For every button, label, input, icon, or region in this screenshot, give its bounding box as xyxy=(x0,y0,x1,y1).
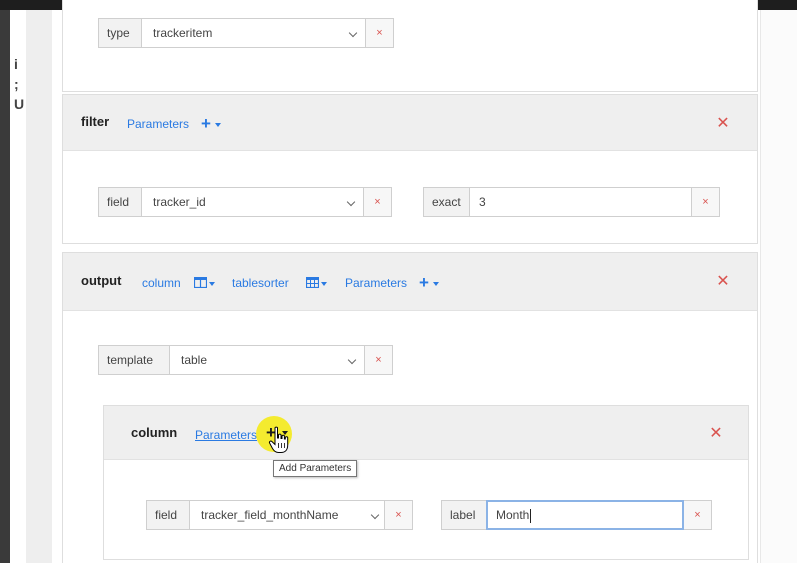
filter-exact-input[interactable]: 3 xyxy=(469,187,692,217)
filter-field-value: tracker_id xyxy=(153,195,206,209)
column-close-button[interactable]: ✕ xyxy=(708,426,724,442)
filter-field-remove-button[interactable]: × xyxy=(364,187,392,217)
output-card: output column tablesorter Parameters + ✕… xyxy=(62,252,758,563)
filter-exact-remove-button[interactable]: × xyxy=(692,187,720,217)
template-remove-button[interactable]: × xyxy=(365,345,393,375)
column-field-label: field xyxy=(146,500,189,530)
column-title: column xyxy=(131,425,178,440)
caret-down-icon xyxy=(321,282,327,286)
column-field-value: tracker_field_monthName xyxy=(201,508,339,522)
template-label: template xyxy=(98,345,169,375)
template-select[interactable]: table xyxy=(169,345,365,375)
filter-field-label: field xyxy=(98,187,141,217)
sidebar-text-fragment: ; xyxy=(14,76,19,92)
output-parameters-link[interactable]: Parameters xyxy=(345,276,407,290)
column-parameters-link[interactable]: Parameters xyxy=(195,428,257,442)
left-sidebar-fragment: i ; U xyxy=(10,10,26,563)
filter-title: filter xyxy=(81,114,110,129)
add-parameters-tooltip: Add Parameters xyxy=(273,460,358,477)
column-field-select[interactable]: tracker_field_monthName xyxy=(189,500,385,530)
type-card: type trackeritem × xyxy=(62,0,758,92)
chevron-down-icon xyxy=(348,28,358,38)
column-label-value: Month xyxy=(496,508,530,522)
plus-icon[interactable]: + xyxy=(419,274,429,291)
chevron-down-icon xyxy=(346,197,356,207)
tablesorter-icon[interactable] xyxy=(306,277,319,288)
left-window-edge xyxy=(0,10,10,563)
output-header: output column tablesorter Parameters + ✕ xyxy=(63,253,757,311)
caret-down-icon xyxy=(209,282,215,286)
filter-close-button[interactable]: ✕ xyxy=(715,116,731,132)
type-field: type trackeritem × xyxy=(98,18,394,48)
template-row: template table × xyxy=(98,345,393,375)
filter-card: filter Parameters + ✕ field tracker_id ×… xyxy=(62,94,758,244)
type-remove-button[interactable]: × xyxy=(366,18,394,48)
filter-exact-row: exact 3 × xyxy=(423,187,720,217)
output-column-link[interactable]: column xyxy=(142,276,181,290)
type-select[interactable]: trackeritem xyxy=(141,18,366,48)
filter-field-select[interactable]: tracker_id xyxy=(141,187,364,217)
type-label: type xyxy=(98,18,141,48)
filter-exact-value: 3 xyxy=(479,195,486,209)
filter-header: filter Parameters + ✕ xyxy=(63,95,757,151)
column-label-row: label Month × xyxy=(441,500,712,530)
column-icon[interactable] xyxy=(194,277,207,288)
sidebar-text-fragment: i xyxy=(14,56,18,72)
caret-down-icon xyxy=(215,123,221,127)
filter-parameters-link[interactable]: Parameters xyxy=(127,117,189,131)
gutter xyxy=(26,10,52,563)
column-field-remove-button[interactable]: × xyxy=(385,500,413,530)
column-label-remove-button[interactable]: × xyxy=(684,500,712,530)
caret-down-icon xyxy=(433,282,439,286)
filter-field-row: field tracker_id × xyxy=(98,187,392,217)
template-value: table xyxy=(181,353,208,367)
sidebar-text-fragment: U xyxy=(14,96,25,112)
chevron-down-icon xyxy=(370,510,380,520)
plus-icon[interactable]: + xyxy=(201,115,211,132)
output-title: output xyxy=(81,273,122,288)
column-card: column Parameters ✕ field tracker_field_… xyxy=(103,405,749,560)
chevron-down-icon xyxy=(347,355,357,365)
column-header: column Parameters ✕ xyxy=(104,406,748,460)
output-close-button[interactable]: ✕ xyxy=(715,274,731,290)
column-field-row: field tracker_field_monthName × xyxy=(146,500,413,530)
hand-cursor-icon xyxy=(268,426,289,453)
filter-exact-label: exact xyxy=(423,187,469,217)
column-label-label: label xyxy=(441,500,486,530)
right-background-panel xyxy=(760,10,797,563)
column-label-input[interactable]: Month xyxy=(486,500,684,530)
text-cursor xyxy=(530,508,532,523)
type-select-value: trackeritem xyxy=(153,26,213,40)
output-tablesorter-link[interactable]: tablesorter xyxy=(232,276,289,290)
